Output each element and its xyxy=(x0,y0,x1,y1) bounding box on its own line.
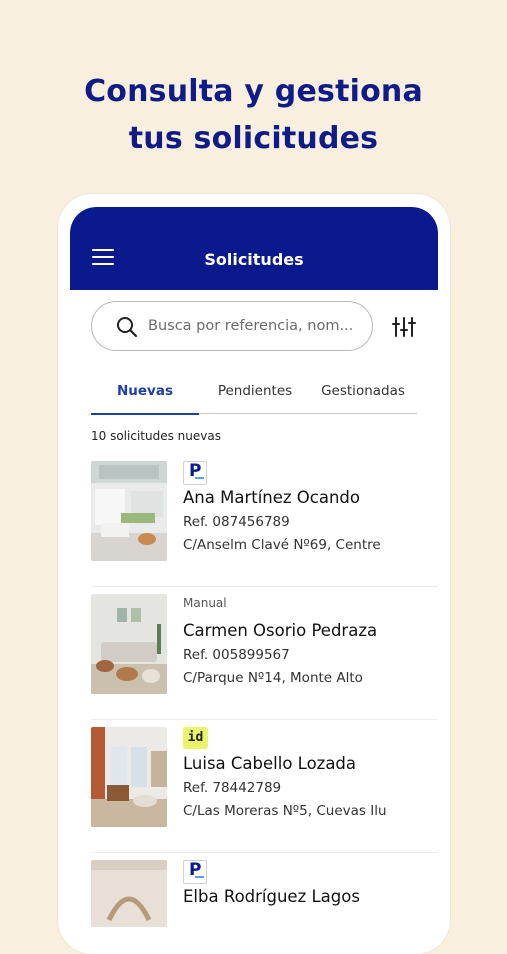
reference: Ref. 087456789 xyxy=(183,514,290,530)
request-info: id Luisa Cabello Lozada Ref. 78442789 C/… xyxy=(183,727,438,819)
address: C/Parque Nº14, Monte Alto xyxy=(183,670,363,686)
client-name: Luisa Cabello Lozada xyxy=(183,754,357,773)
tab-bar: Nuevas Pendientes Gestionadas xyxy=(91,375,417,415)
search-icon xyxy=(117,317,138,338)
request-item[interactable]: id Luisa Cabello Lozada Ref. 78442789 C/… xyxy=(91,720,438,853)
app-bar-title: Solicitudes xyxy=(204,250,304,269)
app-screen: Solicitudes Busca por referencia, nom...… xyxy=(70,207,438,927)
request-count: 10 solicitudes nuevas xyxy=(91,429,221,443)
property-photo xyxy=(91,594,167,694)
source-badge: P xyxy=(183,461,438,485)
property-photo xyxy=(91,860,167,927)
headline: Consulta y gestiona tus solicitudes xyxy=(0,68,507,162)
headline-line-1: Consulta y gestiona xyxy=(84,74,423,109)
client-name: Ana Martínez Ocando xyxy=(183,488,360,507)
id-logo-icon: id xyxy=(183,727,208,749)
request-item[interactable]: P Elba Rodríguez Lagos xyxy=(91,853,438,927)
p-logo-icon: P xyxy=(183,860,207,884)
source-label: Manual xyxy=(183,596,227,610)
client-name: Elba Rodríguez Lagos xyxy=(183,887,360,906)
address: C/Las Moreras Nº5, Cuevas Ilu xyxy=(183,803,387,819)
property-photo xyxy=(91,727,167,827)
source-badge: id xyxy=(183,727,438,751)
tab-gestionadas[interactable]: Gestionadas xyxy=(309,383,417,413)
request-info: P Elba Rodríguez Lagos xyxy=(183,860,438,906)
address: C/Anselm Clavé Nº69, Centre xyxy=(183,537,381,553)
headline-line-2: tus solicitudes xyxy=(128,121,379,156)
search-placeholder: Busca por referencia, nom... xyxy=(148,318,354,334)
p-logo-icon: P xyxy=(183,461,207,485)
request-info: P Ana Martínez Ocando Ref. 087456789 C/A… xyxy=(183,461,438,553)
client-name: Carmen Osorio Pedraza xyxy=(183,621,378,640)
request-item[interactable]: Manual Carmen Osorio Pedraza Ref. 005899… xyxy=(91,587,438,720)
request-list: P Ana Martínez Ocando Ref. 087456789 C/A… xyxy=(91,454,438,927)
property-photo xyxy=(91,461,167,561)
request-info: Manual Carmen Osorio Pedraza Ref. 005899… xyxy=(183,594,438,686)
search-input[interactable]: Busca por referencia, nom... xyxy=(91,301,373,351)
tab-nuevas[interactable]: Nuevas xyxy=(91,383,199,415)
request-item[interactable]: P Ana Martínez Ocando Ref. 087456789 C/A… xyxy=(91,454,438,587)
tab-pendientes[interactable]: Pendientes xyxy=(201,383,309,413)
app-bar: Solicitudes xyxy=(70,207,438,290)
reference: Ref. 78442789 xyxy=(183,780,282,796)
reference: Ref. 005899567 xyxy=(183,647,290,663)
filter-sliders-icon[interactable] xyxy=(392,315,416,339)
source-badge: P xyxy=(183,860,438,884)
